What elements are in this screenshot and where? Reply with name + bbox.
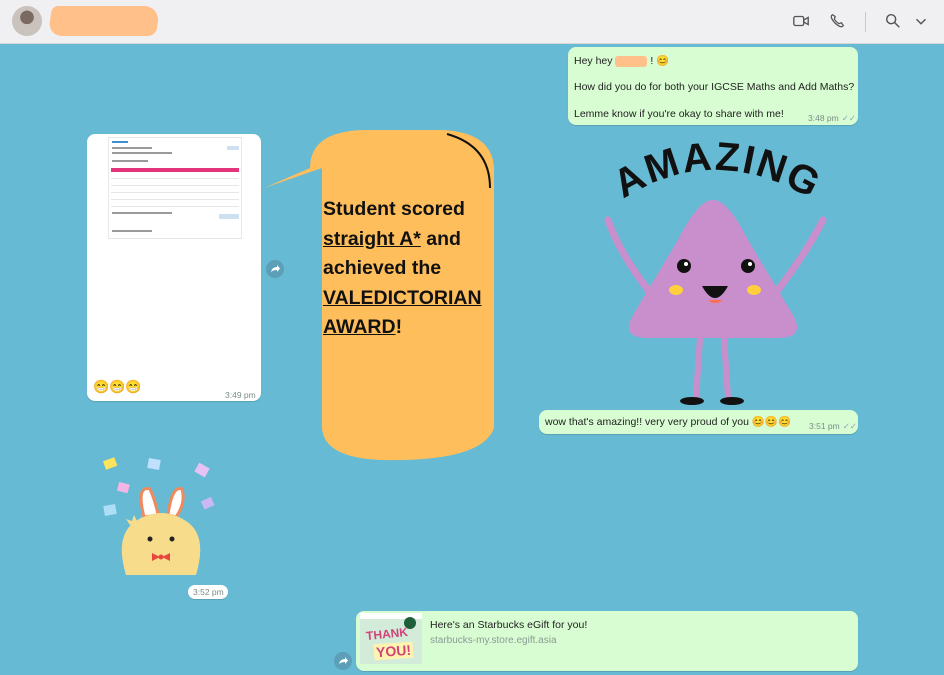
svg-text:AMAZING: AMAZING [606, 140, 829, 207]
message-text: ! 😊 [650, 55, 670, 67]
redacted-name [615, 55, 648, 67]
celebration-sticker[interactable] [96, 455, 226, 583]
outgoing-message[interactable]: Hey hey ! 😊 How did you do for both your… [568, 47, 858, 125]
callout-text: ! [395, 316, 403, 338]
chat-header [0, 0, 944, 44]
sticker-time-bubble: 3:52 pm [188, 585, 228, 599]
avatar[interactable] [12, 6, 42, 36]
starbucks-egift-image[interactable]: THANK YOU! [360, 613, 422, 664]
callout-line: achieved the [323, 257, 442, 279]
callout-emphasis: straight A* [323, 227, 421, 250]
callout-line: Student scored [323, 198, 465, 220]
message-time: 3:52 pm [193, 587, 224, 597]
message-line: How did you do for both your IGCSE Maths… [574, 81, 855, 93]
emoji-reactions: 😁😁😁 [93, 379, 142, 394]
sticker-word: AMAZING [606, 140, 827, 207]
video-call-icon[interactable] [792, 12, 810, 30]
callout-emphasis: AWARD [323, 316, 396, 338]
outgoing-link-message[interactable]: Here's an Starbucks eGift for you! starb… [356, 611, 858, 671]
message-time: 3:48 pm ✓✓ [808, 113, 856, 123]
results-document-image[interactable] [108, 137, 242, 239]
header-divider [865, 12, 866, 32]
search-icon[interactable] [884, 12, 902, 30]
double-check-icon: ✓✓ [841, 113, 856, 123]
message-time: 3:51 pm ✓✓ [809, 421, 857, 431]
message-line: Lemme know if you're okay to share with … [574, 108, 784, 120]
message-text: Hey hey [574, 55, 613, 67]
link-preview-url[interactable]: starbucks-my.store.egift.asia [430, 635, 557, 646]
voice-call-icon[interactable] [828, 12, 846, 30]
highlight-callout: Student scored straight A* and achieved … [323, 195, 503, 343]
message-text: Here's an Starbucks eGift for you! [430, 619, 588, 631]
message-time: 3:49 pm [225, 390, 256, 400]
forward-icon[interactable] [334, 652, 352, 670]
callout-line: AWARD! [323, 313, 503, 343]
message-text: wow that's amazing!! very very proud of … [545, 416, 792, 428]
callout-emphasis: VALEDICTORIAN [323, 286, 482, 309]
message-line: Hey hey ! 😊 [574, 54, 669, 67]
outgoing-message[interactable]: wow that's amazing!! very very proud of … [539, 410, 858, 434]
amazing-sticker[interactable]: AMAZING [578, 140, 848, 408]
giftcard-text: THANK [365, 624, 409, 644]
callout-text: and [420, 227, 461, 250]
redacted-contact-name [47, 6, 161, 36]
callout-line: straight A* and [323, 225, 503, 255]
giftcard-text: YOU! [373, 641, 414, 661]
chevron-down-icon[interactable] [912, 12, 930, 30]
double-check-icon: ✓✓ [842, 421, 857, 431]
